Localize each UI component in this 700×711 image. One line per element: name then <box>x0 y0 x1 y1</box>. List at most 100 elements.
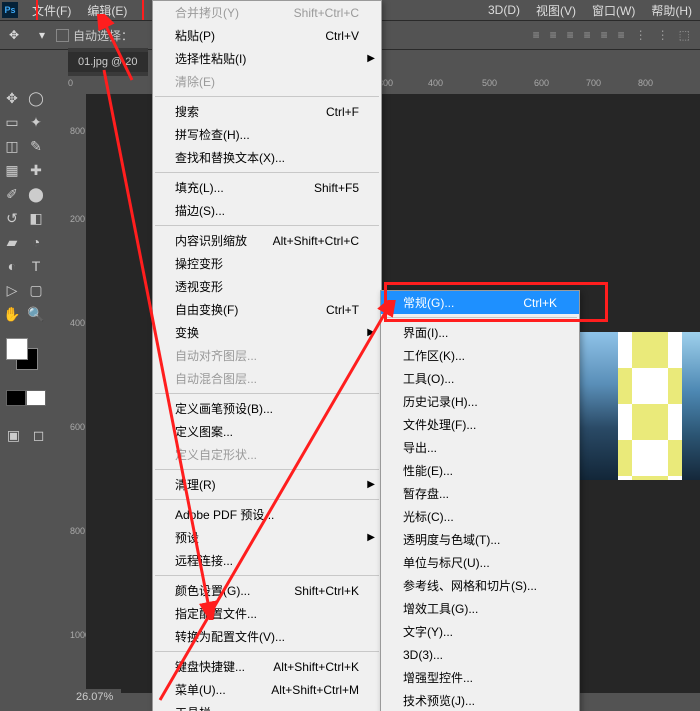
move-indicator-icon: ✥ <box>6 27 22 43</box>
edit-menu-item[interactable]: 内容识别缩放Alt+Shift+Ctrl+C <box>153 229 381 252</box>
history-brush-icon[interactable]: ↺ <box>0 206 24 230</box>
edit-menu-item[interactable]: 转换为配置文件(V)... <box>153 625 381 648</box>
quickmask-b-icon[interactable] <box>26 390 46 406</box>
edit-menu-item[interactable]: Adobe PDF 预设... <box>153 503 381 526</box>
dodge-tool-icon[interactable]: ◐ <box>0 254 24 278</box>
crop-tool-icon[interactable]: ◫ <box>0 134 24 158</box>
eyedropper-tool-icon[interactable]: ✎ <box>24 134 48 158</box>
ruler-tick: 600 <box>70 422 85 432</box>
frame-tool-icon[interactable]: ▦ <box>0 158 24 182</box>
preferences-menu-item[interactable]: 文字(Y)... <box>381 620 579 643</box>
3d-icon[interactable]: ⬚ <box>679 28 690 42</box>
edit-menu-item[interactable]: 描边(S)... <box>153 199 381 222</box>
align-icon[interactable]: ≡ <box>567 28 574 42</box>
menu-view[interactable]: 视图(V) <box>528 0 584 21</box>
mode-standard-icon[interactable]: ▣ <box>4 426 23 444</box>
edit-menu-item[interactable]: 搜索Ctrl+F <box>153 100 381 123</box>
foreground-color-swatch[interactable] <box>6 338 28 360</box>
heal-tool-icon[interactable]: ✚ <box>24 158 48 182</box>
edit-menu-item[interactable]: 查找和替换文本(X)... <box>153 146 381 169</box>
preferences-menu-item[interactable]: 光标(C)... <box>381 505 579 528</box>
preferences-menu-item[interactable]: 暂存盘... <box>381 482 579 505</box>
ruler-tick: 800 <box>70 526 85 536</box>
shape-tool-icon[interactable]: ▢ <box>24 278 48 302</box>
preferences-menu-item[interactable]: 增效工具(G)... <box>381 597 579 620</box>
edit-menu-item: 自动混合图层... <box>153 367 381 390</box>
align-icon[interactable]: ≡ <box>584 28 591 42</box>
edit-menu-item[interactable]: 预设▶ <box>153 526 381 549</box>
quickmask-a-icon[interactable] <box>6 390 26 406</box>
preferences-menu-item[interactable]: 增强型控件... <box>381 666 579 689</box>
magic-wand-tool-icon[interactable]: ✦ <box>24 110 48 134</box>
preferences-menu-item[interactable]: 工具(O)... <box>381 367 579 390</box>
document-tab[interactable]: 01.jpg @ 20 <box>68 52 148 72</box>
brush-tool-icon[interactable]: ✐ <box>0 182 24 206</box>
move-tool-icon[interactable]: ✥ <box>0 86 24 110</box>
zoom-tool-icon[interactable]: 🔍 <box>24 302 48 326</box>
status-bar: 26.07% <box>68 689 121 711</box>
distribute-icon[interactable]: ⋮ <box>635 28 647 42</box>
gradient-tool-icon[interactable]: ▰ <box>0 230 24 254</box>
edit-menu-item[interactable]: 指定配置文件... <box>153 602 381 625</box>
eraser-tool-icon[interactable]: ◧ <box>24 206 48 230</box>
color-swatches[interactable] <box>6 338 38 370</box>
path-tool-icon[interactable]: ▷ <box>0 278 24 302</box>
preferences-menu-item[interactable]: 性能(E)... <box>381 459 579 482</box>
preferences-menu-item[interactable]: 技术预览(J)... <box>381 689 579 711</box>
preferences-menu-item[interactable]: 参考线、网格和切片(S)... <box>381 574 579 597</box>
preferences-menu-item[interactable]: 3D(3)... <box>381 643 579 666</box>
blur-tool-icon[interactable]: ◔ <box>24 230 48 254</box>
stamp-tool-icon[interactable]: ⬤ <box>24 182 48 206</box>
menu-help[interactable]: 帮助(H) <box>643 0 700 21</box>
edit-menu-item[interactable]: 键盘快捷键...Alt+Shift+Ctrl+K <box>153 655 381 678</box>
dropdown-caret-icon[interactable]: ▾ <box>34 27 50 43</box>
type-tool-icon[interactable]: T <box>24 254 48 278</box>
preferences-menu-item[interactable]: 单位与标尺(U)... <box>381 551 579 574</box>
ruler-tick: 400 <box>70 318 85 328</box>
edit-menu-item[interactable]: 变换▶ <box>153 321 381 344</box>
ruler-tick: 400 <box>428 78 443 88</box>
preferences-menu-item[interactable]: 工作区(K)... <box>381 344 579 367</box>
preferences-menu-item[interactable]: 透明度与色域(T)... <box>381 528 579 551</box>
menu-window[interactable]: 窗口(W) <box>584 0 643 21</box>
ruler-tick: 800 <box>638 78 653 88</box>
image-content-strip <box>682 332 700 480</box>
edit-menu-item[interactable]: 定义图案... <box>153 420 381 443</box>
edit-menu-item[interactable]: 清理(R)▶ <box>153 473 381 496</box>
edit-menu-item[interactable]: 远程连接... <box>153 549 381 572</box>
align-icon[interactable]: ≡ <box>550 28 557 42</box>
preferences-menu-item[interactable]: 历史记录(H)... <box>381 390 579 413</box>
align-icon[interactable]: ≡ <box>533 28 540 42</box>
lasso-tool-icon[interactable]: ◯ <box>24 86 48 110</box>
edit-menu-item[interactable]: 颜色设置(G)...Shift+Ctrl+K <box>153 579 381 602</box>
menu-file[interactable]: 文件(F) <box>24 0 79 21</box>
hand-tool-icon[interactable]: ✋ <box>0 302 24 326</box>
preferences-menu-item[interactable]: 界面(I)... <box>381 321 579 344</box>
edit-menu-item[interactable]: 填充(L)...Shift+F5 <box>153 176 381 199</box>
edit-menu-item[interactable]: 拼写检查(H)... <box>153 123 381 146</box>
edit-menu-item[interactable]: 菜单(U)...Alt+Shift+Ctrl+M <box>153 678 381 701</box>
edit-menu-item[interactable]: 工具栏... <box>153 701 381 711</box>
menu-edit[interactable]: 编辑(E) <box>79 0 135 21</box>
edit-menu-item[interactable]: 定义画笔预设(B)... <box>153 397 381 420</box>
marquee-tool-icon[interactable]: ▭ <box>0 110 24 134</box>
edit-menu-item[interactable]: 自由变换(F)Ctrl+T <box>153 298 381 321</box>
edit-menu-item: 自动对齐图层... <box>153 344 381 367</box>
ruler-tick: 500 <box>482 78 497 88</box>
distribute-icon[interactable]: ⋮ <box>657 28 669 42</box>
edit-menu-item: 合并拷贝(Y)Shift+Ctrl+C <box>153 1 381 24</box>
preferences-menu-item[interactable]: 导出... <box>381 436 579 459</box>
menu-3d[interactable]: 3D(D) <box>480 1 528 19</box>
ruler-tick: 700 <box>586 78 601 88</box>
mode-full-icon[interactable]: ◻ <box>29 426 48 444</box>
preferences-menu-item[interactable]: 常规(G)...Ctrl+K <box>381 291 579 314</box>
align-icon[interactable]: ≡ <box>618 28 625 42</box>
edit-menu-item[interactable]: 透视变形 <box>153 275 381 298</box>
align-icon[interactable]: ≡ <box>601 28 608 42</box>
edit-menu-item[interactable]: 粘贴(P)Ctrl+V <box>153 24 381 47</box>
edit-menu-item[interactable]: 操控变形 <box>153 252 381 275</box>
auto-select-checkbox[interactable] <box>56 29 69 42</box>
ruler-tick: 800 <box>70 126 85 136</box>
preferences-menu-item[interactable]: 文件处理(F)... <box>381 413 579 436</box>
edit-menu-item[interactable]: 选择性粘贴(I)▶ <box>153 47 381 70</box>
